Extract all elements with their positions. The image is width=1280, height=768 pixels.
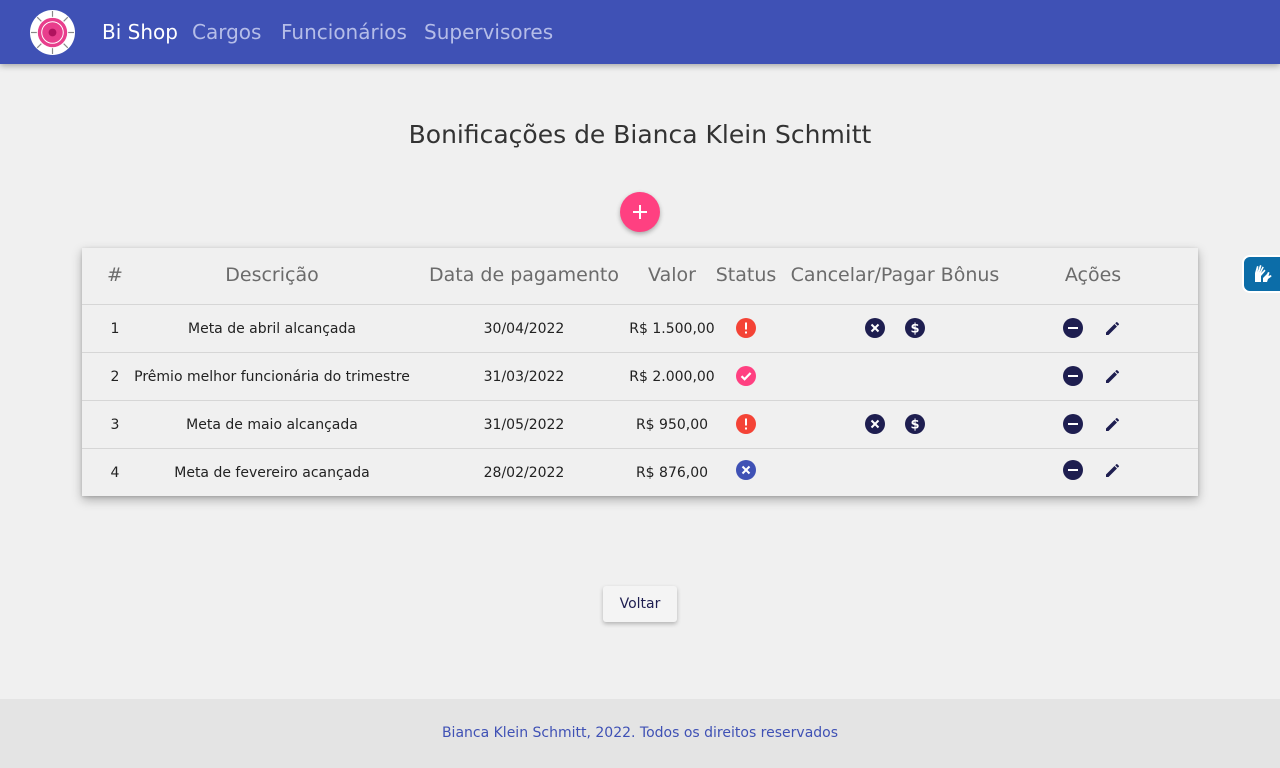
- cancel-bonus-icon[interactable]: [865, 414, 885, 434]
- remove-bonus-icon[interactable]: [1063, 414, 1083, 434]
- pay-bonus-dollar-icon[interactable]: $: [905, 318, 925, 338]
- cell-data: 31/03/2022: [483, 369, 565, 385]
- top-navbar: Bi Shop Cargos Funcionários Supervisores: [0, 0, 1280, 64]
- cell-data: 31/05/2022: [483, 417, 565, 433]
- remove-bonus-icon[interactable]: [1063, 460, 1083, 480]
- shop-logo-icon[interactable]: [29, 9, 76, 56]
- svg-text:$: $: [910, 418, 919, 433]
- remove-bonus-icon[interactable]: [1063, 318, 1083, 338]
- edit-pencil-icon[interactable]: [1103, 366, 1123, 386]
- header-descricao: Descrição: [225, 264, 319, 286]
- remove-bonus-icon[interactable]: [1063, 366, 1083, 386]
- voltar-button[interactable]: Voltar: [603, 586, 677, 622]
- pending-alert-icon: [736, 318, 756, 338]
- header-num: #: [107, 264, 123, 286]
- footer: Bianca Klein Schmitt, 2022. Todos os dir…: [0, 699, 1280, 768]
- footer-copyright: Bianca Klein Schmitt, 2022. Todos os dir…: [441, 725, 839, 741]
- sign-language-hands-icon: [1255, 265, 1272, 282]
- nav-link-cargos[interactable]: Cargos: [192, 18, 261, 46]
- cell-descricao: Meta de maio alcançada: [186, 417, 358, 433]
- table-row: 3 Meta de maio alcançada 31/05/2022 R$ 9…: [82, 400, 1198, 448]
- table-row: 4 Meta de fevereiro acançada 28/02/2022 …: [82, 448, 1198, 496]
- nav-link-supervisores[interactable]: Supervisores: [424, 18, 553, 46]
- cancelled-x-icon: [736, 460, 756, 480]
- cell-descricao: Meta de fevereiro acançada: [174, 465, 370, 481]
- header-valor: Valor: [648, 264, 696, 286]
- cell-descricao: Prêmio melhor funcionária do trimestre: [134, 369, 410, 385]
- edit-pencil-icon[interactable]: [1103, 460, 1123, 480]
- header-acoes: Ações: [1064, 264, 1122, 286]
- header-data-pagamento: Data de pagamento: [429, 264, 619, 286]
- header-status: Status: [715, 264, 777, 286]
- cell-valor: R$ 2.000,00: [629, 369, 715, 385]
- edit-pencil-icon[interactable]: [1103, 414, 1123, 434]
- table-row: 2 Prêmio melhor funcionária do trimestre…: [82, 352, 1198, 400]
- pay-bonus-dollar-icon[interactable]: $: [905, 414, 925, 434]
- accessibility-widget-button[interactable]: [1242, 255, 1280, 293]
- table-row: 1 Meta de abril alcançada 30/04/2022 R$ …: [82, 304, 1198, 352]
- svg-text:$: $: [910, 322, 919, 337]
- plus-icon: [633, 205, 647, 219]
- cell-data: 28/02/2022: [483, 465, 565, 481]
- cell-valor: R$ 950,00: [635, 417, 709, 433]
- cell-valor: R$ 876,00: [635, 465, 709, 481]
- paid-check-icon: [736, 366, 756, 386]
- bonus-table: # Descrição Data de pagamento Valor Stat…: [82, 248, 1198, 496]
- edit-pencil-icon[interactable]: [1103, 318, 1123, 338]
- add-bonus-button[interactable]: [620, 192, 660, 232]
- pending-alert-icon: [736, 414, 756, 434]
- cell-descricao: Meta de abril alcançada: [188, 321, 356, 337]
- cancel-bonus-icon[interactable]: [865, 318, 885, 338]
- nav-brand-link[interactable]: Bi Shop: [102, 18, 178, 46]
- cell-data: 30/04/2022: [483, 321, 565, 337]
- header-cancelar-pagar: Cancelar/Pagar Bônus: [790, 264, 1000, 286]
- page-title: Bonificações de Bianca Klein Schmitt: [408, 120, 872, 149]
- cell-valor: R$ 1.500,00: [629, 321, 715, 337]
- nav-link-funcionarios[interactable]: Funcionários: [281, 18, 407, 46]
